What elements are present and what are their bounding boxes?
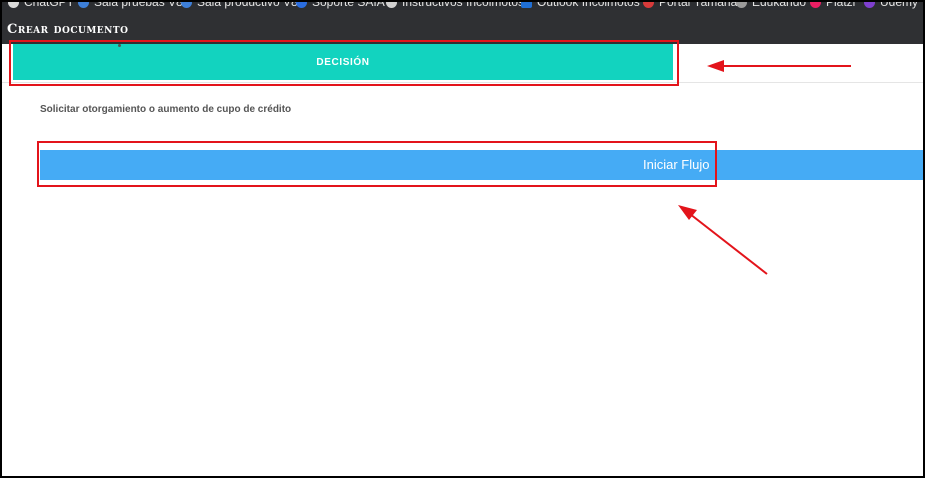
arrow-to-button xyxy=(678,205,768,275)
annotation-arrows xyxy=(678,60,851,275)
arrow-to-tab xyxy=(707,60,851,72)
